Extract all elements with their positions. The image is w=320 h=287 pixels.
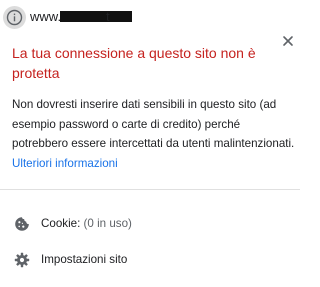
- url-prefix: www.: [30, 9, 62, 24]
- connection-warning-description: Non dovresti inserire dati sensibili in …: [12, 95, 296, 173]
- cookie-icon: [15, 217, 29, 231]
- divider: [0, 189, 300, 190]
- connection-warning-title: La tua connessione a questo sito non è p…: [12, 45, 256, 81]
- site-info-button[interactable]: [3, 6, 26, 29]
- cookies-label: Cookie: (0 in uso): [41, 217, 132, 230]
- description-text: Non dovresti inserire dati sensibili in …: [12, 98, 295, 150]
- site-settings-row[interactable]: Impostazioni sito: [0, 244, 300, 276]
- info-icon: [6, 9, 23, 26]
- cookies-row[interactable]: Cookie: (0 in uso): [0, 208, 300, 240]
- site-settings-label: Impostazioni sito: [41, 253, 128, 266]
- url-suffix: t: [106, 9, 110, 24]
- close-icon: [283, 36, 293, 46]
- gear-icon: [14, 252, 30, 268]
- learn-more-link[interactable]: Ulteriori informazioni: [12, 157, 118, 170]
- cookies-title: Cookie:: [41, 217, 81, 230]
- cookies-status: (0 in uso): [83, 217, 132, 230]
- redacted-url-block: [60, 11, 132, 22]
- site-info-popup-page: www. t La tua connessione a questo sito …: [0, 0, 300, 287]
- address-bar[interactable]: www. t: [0, 0, 300, 33]
- close-button[interactable]: [281, 34, 295, 48]
